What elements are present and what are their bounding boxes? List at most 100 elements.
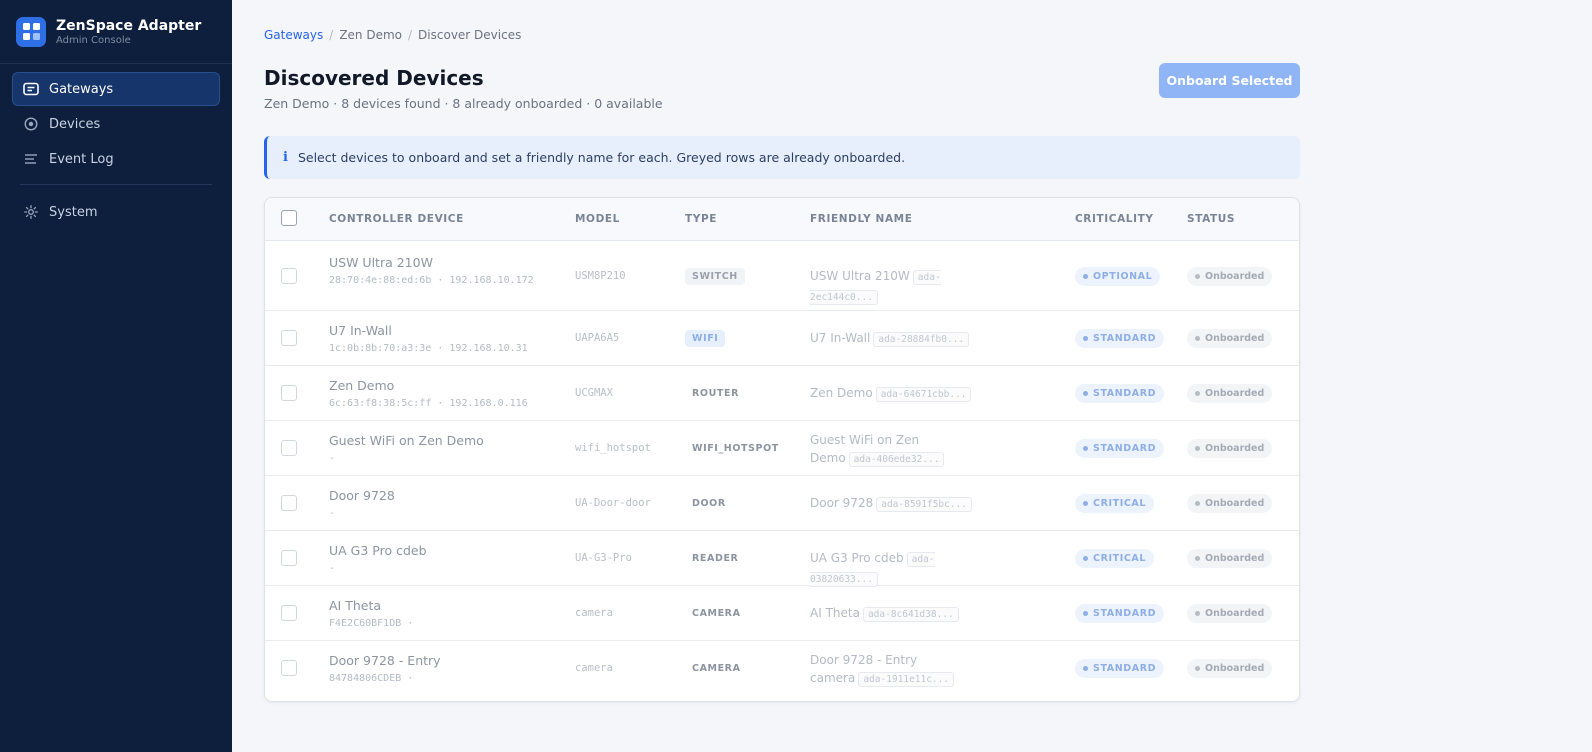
type-badge: CAMERA bbox=[692, 608, 741, 619]
breadcrumb-separator: / bbox=[329, 28, 334, 42]
status-label: Onboarded bbox=[1205, 443, 1265, 454]
device-model: UCGMAX bbox=[575, 387, 613, 399]
criticality-label: STANDARD bbox=[1093, 333, 1157, 344]
status-dot-icon bbox=[1195, 611, 1200, 616]
table-row: UA G3 Pro cdeb - UA-G3-Pro READER UA G3 … bbox=[265, 531, 1299, 587]
row-checkbox[interactable] bbox=[281, 495, 297, 511]
type-badge: READER bbox=[692, 553, 739, 564]
row-checkbox[interactable] bbox=[281, 550, 297, 566]
sidebar-item-devices[interactable]: Devices bbox=[12, 107, 220, 141]
app-logo-icon bbox=[16, 16, 46, 47]
criticality-badge: STANDARD bbox=[1075, 329, 1165, 348]
status-label: Onboarded bbox=[1205, 498, 1265, 509]
device-name: Guest WiFi on Zen Demo bbox=[329, 433, 484, 448]
status-dot-icon bbox=[1083, 611, 1088, 616]
breadcrumb-gateways[interactable]: Gateways bbox=[264, 28, 323, 42]
device-model: UAPA6A5 bbox=[575, 332, 620, 344]
table-row: Door 9728 - Entry 84784806CDEB · camera … bbox=[265, 641, 1299, 696]
sidebar-item-event-log[interactable]: Event Log bbox=[12, 142, 220, 176]
breadcrumb-separator: / bbox=[408, 28, 413, 42]
table-row: U7 In-Wall 1c:0b:8b:70:a3:3e · 192.168.1… bbox=[265, 311, 1299, 366]
row-checkbox[interactable] bbox=[281, 330, 297, 346]
friendly-name-input[interactable]: UA G3 Pro cdeb bbox=[810, 551, 904, 565]
device-name: Zen Demo bbox=[329, 378, 395, 393]
breadcrumb-zen-demo[interactable]: Zen Demo bbox=[339, 28, 402, 42]
friendly-name-input[interactable]: Door 9728 bbox=[810, 496, 873, 510]
device-address: F4E2C60BF1DB · bbox=[329, 618, 414, 629]
device-id-chip: ada-406ede32... bbox=[848, 452, 945, 467]
criticality-label: STANDARD bbox=[1093, 388, 1157, 399]
sidebar-item-system[interactable]: System bbox=[12, 195, 220, 229]
onboard-selected-button[interactable]: Onboard Selected bbox=[1159, 63, 1300, 98]
sidebar: ZenSpace Adapter Admin Console Gateways … bbox=[0, 0, 232, 752]
status-badge: Onboarded bbox=[1187, 384, 1273, 403]
row-checkbox[interactable] bbox=[281, 440, 297, 456]
friendly-name-input[interactable]: U7 In-Wall bbox=[810, 331, 870, 345]
row-checkbox[interactable] bbox=[281, 268, 297, 284]
nav-divider bbox=[20, 184, 212, 185]
criticality-label: CRITICAL bbox=[1093, 553, 1147, 564]
status-badge: Onboarded bbox=[1187, 329, 1273, 348]
device-icon bbox=[23, 116, 39, 132]
table-row: AI Theta F4E2C60BF1DB · camera CAMERA AI… bbox=[265, 586, 1299, 641]
table-header: CONTROLLER DEVICE MODEL TYPE FRIENDLY NA… bbox=[265, 198, 1299, 241]
device-address: 84784806CDEB · bbox=[329, 673, 414, 684]
friendly-name-input[interactable]: AI Theta bbox=[810, 606, 860, 620]
device-id-chip: ada-8591f5bc... bbox=[876, 497, 973, 512]
device-id-chip: ada-28884fb0... bbox=[873, 332, 970, 347]
status-badge: Onboarded bbox=[1187, 549, 1273, 568]
status-dot-icon bbox=[1083, 274, 1088, 279]
table-row: USW Ultra 210W 28:70:4e:88:ed:6b · 192.1… bbox=[265, 241, 1299, 311]
device-address: 6c:63:f8:38:5c:ff · 192.168.0.116 bbox=[329, 398, 528, 409]
sidebar-item-label: Event Log bbox=[49, 151, 114, 167]
info-banner: i Select devices to onboard and set a fr… bbox=[264, 136, 1300, 179]
type-badge: WIFI bbox=[685, 330, 726, 347]
criticality-label: OPTIONAL bbox=[1093, 271, 1153, 282]
device-model: camera bbox=[575, 662, 613, 674]
device-name: Door 9728 bbox=[329, 488, 395, 503]
device-model: wifi_hotspot bbox=[575, 442, 651, 454]
criticality-badge: CRITICAL bbox=[1075, 494, 1155, 513]
status-badge: Onboarded bbox=[1187, 659, 1273, 678]
criticality-badge: OPTIONAL bbox=[1075, 267, 1161, 286]
criticality-label: STANDARD bbox=[1093, 663, 1157, 674]
status-dot-icon bbox=[1195, 666, 1200, 671]
row-checkbox[interactable] bbox=[281, 660, 297, 676]
table-row: Zen Demo 6c:63:f8:38:5c:ff · 192.168.0.1… bbox=[265, 366, 1299, 421]
sidebar-item-gateways[interactable]: Gateways bbox=[12, 72, 220, 106]
device-name: Door 9728 - Entry bbox=[329, 653, 441, 668]
devices-table: CONTROLLER DEVICE MODEL TYPE FRIENDLY NA… bbox=[264, 197, 1300, 702]
status-dot-icon bbox=[1083, 391, 1088, 396]
criticality-badge: STANDARD bbox=[1075, 384, 1165, 403]
column-status: STATUS bbox=[1187, 213, 1236, 225]
breadcrumb-current: Discover Devices bbox=[418, 28, 522, 42]
status-dot-icon bbox=[1083, 446, 1088, 451]
friendly-name-input[interactable]: Zen Demo bbox=[810, 386, 873, 400]
column-type: TYPE bbox=[685, 213, 718, 225]
type-badge: SWITCH bbox=[685, 268, 745, 285]
sidebar-item-label: Devices bbox=[49, 116, 101, 132]
table-row: Guest WiFi on Zen Demo - wifi_hotspot WI… bbox=[265, 421, 1299, 476]
status-dot-icon bbox=[1195, 336, 1200, 341]
criticality-label: CRITICAL bbox=[1093, 498, 1147, 509]
status-label: Onboarded bbox=[1205, 608, 1265, 619]
column-friendly-name: FRIENDLY NAME bbox=[810, 213, 913, 225]
select-all-checkbox[interactable] bbox=[281, 210, 297, 226]
type-badge: DOOR bbox=[692, 498, 726, 509]
page-title: Discovered Devices bbox=[264, 66, 484, 90]
device-model: UA-Door-door bbox=[575, 497, 651, 509]
device-name: USW Ultra 210W bbox=[329, 255, 433, 270]
status-dot-icon bbox=[1083, 556, 1088, 561]
status-dot-icon bbox=[1083, 666, 1088, 671]
device-id-chip: ada-8c641d38... bbox=[862, 607, 959, 622]
friendly-name-input[interactable]: USW Ultra 210W bbox=[810, 269, 910, 283]
status-label: Onboarded bbox=[1205, 271, 1265, 282]
row-checkbox[interactable] bbox=[281, 605, 297, 621]
device-address: - bbox=[329, 508, 336, 519]
status-dot-icon bbox=[1195, 391, 1200, 396]
row-checkbox[interactable] bbox=[281, 385, 297, 401]
type-badge: ROUTER bbox=[692, 388, 739, 399]
device-model: camera bbox=[575, 607, 613, 619]
device-id-chip: ada-64671cbb... bbox=[875, 387, 972, 402]
type-badge: CAMERA bbox=[692, 663, 741, 674]
